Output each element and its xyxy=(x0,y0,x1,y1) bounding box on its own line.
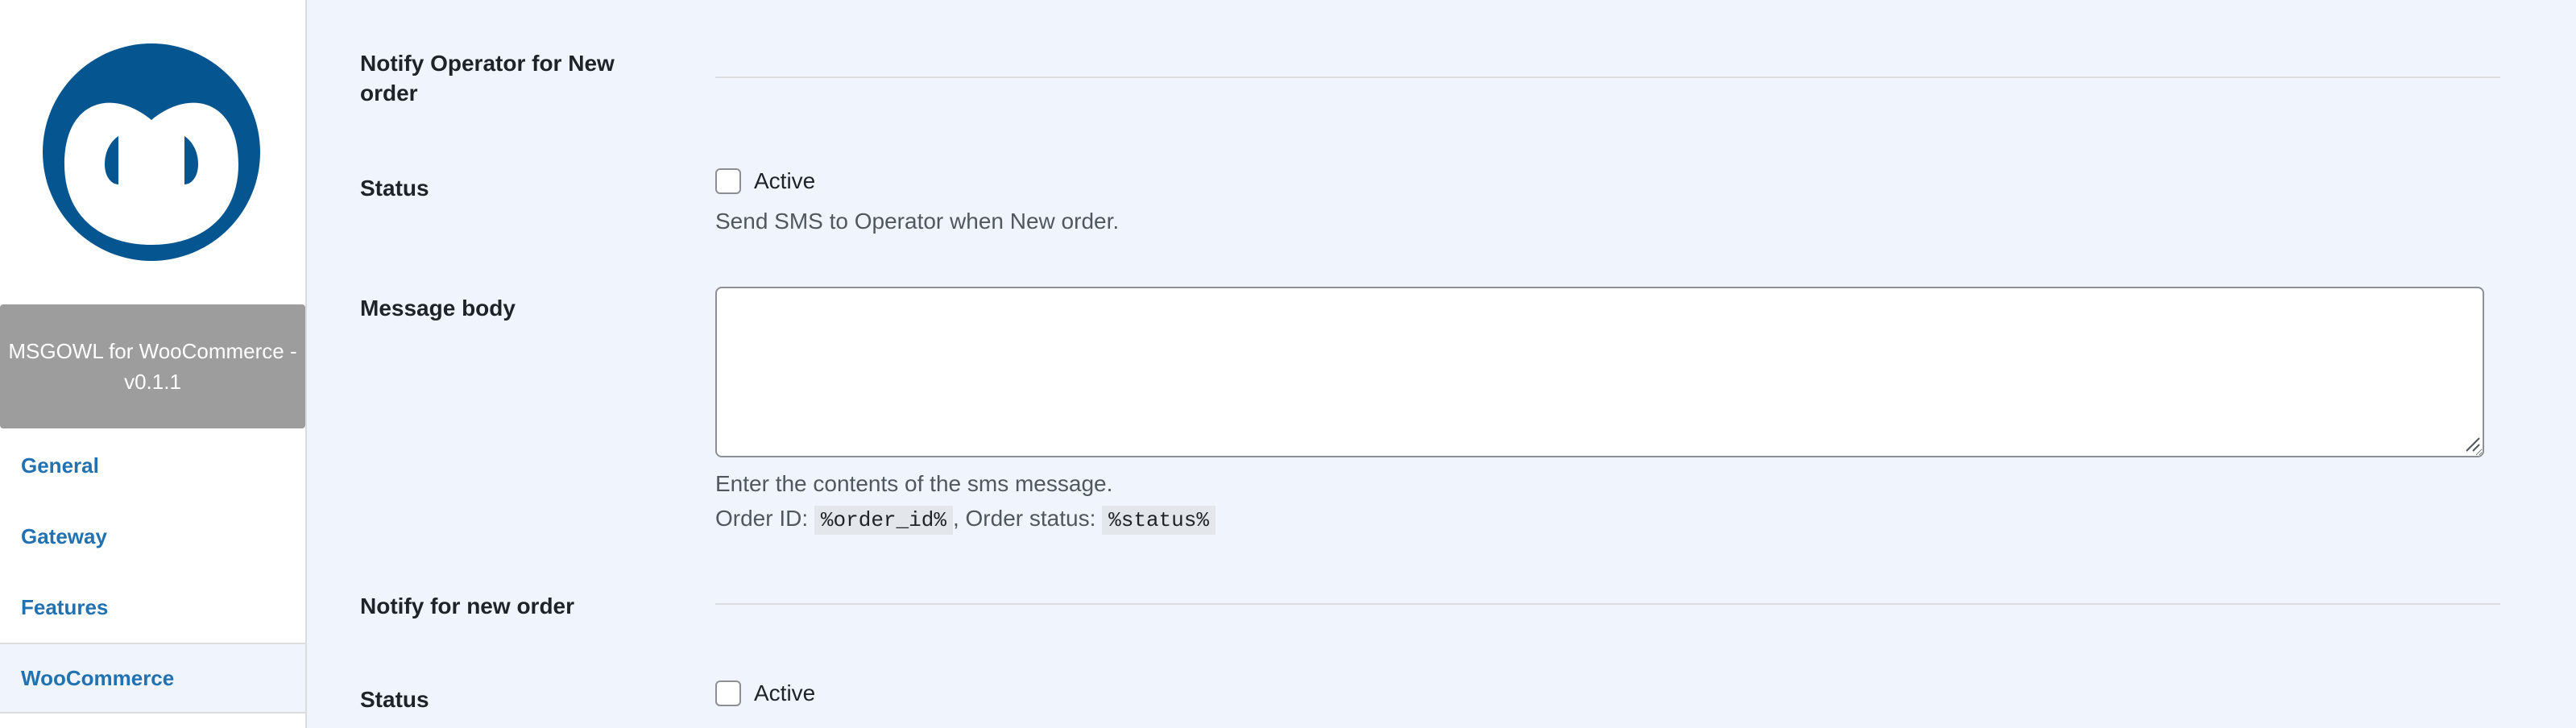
sidebar-item-general[interactable]: General xyxy=(0,430,305,501)
message-body-help: Enter the contents of the sms message. xyxy=(715,471,1113,496)
order-status-label: Order status: xyxy=(965,506,1096,531)
sidebar-item-woocommerce[interactable]: WooCommerce xyxy=(0,643,305,714)
status-new-order-checkbox[interactable] xyxy=(715,680,741,706)
order-id-code: %order_id% xyxy=(814,506,953,535)
section-divider xyxy=(715,603,2500,605)
sidebar: MSGOWL for WooCommerce - v0.1.1 General … xyxy=(0,0,307,728)
plugin-title: MSGOWL for WooCommerce - v0.1.1 xyxy=(8,339,297,394)
section-title-operator: Notify Operator for New order xyxy=(360,51,615,105)
order-status-code: %status% xyxy=(1102,506,1216,535)
section-title-new-order: Notify for new order xyxy=(360,594,575,618)
order-id-label: Order ID: xyxy=(715,506,809,531)
status-operator-field: Active xyxy=(715,168,815,194)
status-new-order-field: Active xyxy=(715,680,815,706)
resize-grip-icon[interactable] xyxy=(2463,435,2481,453)
section-divider xyxy=(715,77,2500,78)
status-label: Status xyxy=(360,687,429,712)
owl-logo-icon xyxy=(43,43,260,261)
status-operator-checkbox[interactable] xyxy=(715,168,741,194)
message-body-label: Message body xyxy=(360,296,516,321)
logo-area xyxy=(0,0,305,304)
status-operator-row: Active xyxy=(715,168,815,194)
active-checkbox-label[interactable]: Active xyxy=(754,168,815,194)
plugin-title-box: MSGOWL for WooCommerce - v0.1.1 xyxy=(0,304,305,428)
active-checkbox-label[interactable]: Active xyxy=(754,680,815,706)
sidebar-nav: General Gateway Features WooCommerce xyxy=(0,430,305,714)
status-operator-description: Send SMS to Operator when New order. xyxy=(715,209,1120,234)
status-label: Status xyxy=(360,176,429,201)
sidebar-item-gateway[interactable]: Gateway xyxy=(0,501,305,572)
hint-separator: , xyxy=(952,506,959,531)
sidebar-item-features[interactable]: Features xyxy=(0,572,305,643)
settings-form: Notify Operator for New order Status Act… xyxy=(309,0,2576,728)
status-new-order-row: Active xyxy=(715,680,815,706)
placeholder-hints: Order ID: %order_id%, Order status: %sta… xyxy=(715,502,1216,537)
message-body-textarea[interactable] xyxy=(715,287,2484,457)
